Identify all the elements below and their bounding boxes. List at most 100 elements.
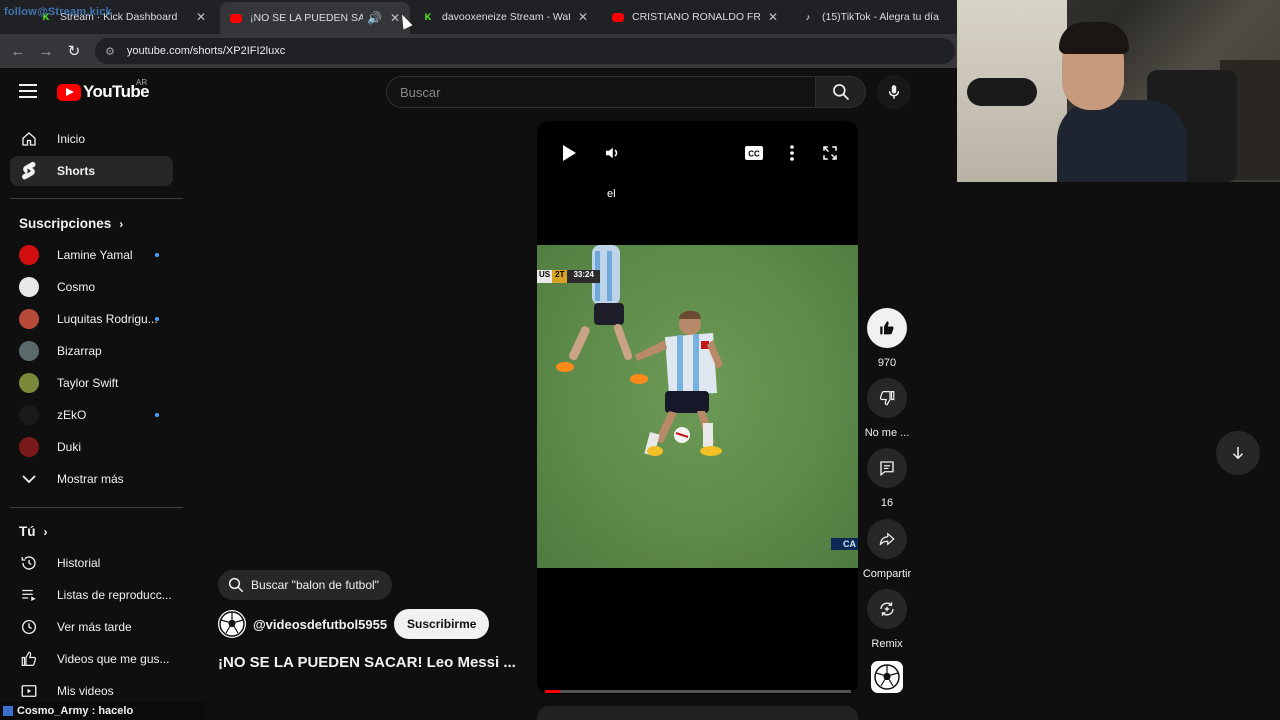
sound-thumbnail[interactable] bbox=[871, 661, 903, 693]
sidebar-item-subscription[interactable]: Lamine Yamal bbox=[10, 240, 173, 270]
share-button[interactable] bbox=[867, 519, 907, 559]
sidebar-item-subscription[interactable]: Luquitas Rodrigu... bbox=[10, 304, 173, 334]
sidebar-item-label: Luquitas Rodrigu... bbox=[57, 312, 158, 326]
sidebar-item-subscription[interactable]: Taylor Swift bbox=[10, 368, 173, 398]
search-suggestion-chip[interactable]: Buscar "balon de futbol" bbox=[218, 570, 392, 600]
sidebar-item-label: Lamine Yamal bbox=[57, 248, 133, 262]
chat-text: hacelo bbox=[98, 705, 134, 717]
channel-avatar bbox=[19, 309, 39, 329]
search-icon bbox=[228, 577, 244, 593]
sidebar-item-label: Duki bbox=[57, 440, 82, 454]
country-code: AR bbox=[136, 78, 148, 87]
stream-chat-message: Cosmo_Army : hacelo bbox=[0, 702, 205, 720]
forward-arrow-icon[interactable]: → bbox=[36, 41, 56, 61]
comments-button[interactable] bbox=[867, 448, 907, 488]
watch-later-icon bbox=[19, 617, 39, 637]
voice-search-button[interactable] bbox=[877, 75, 911, 109]
sidebar-item-subscription[interactable]: zEkO bbox=[10, 400, 173, 430]
close-tab-icon[interactable]: ✕ bbox=[768, 10, 778, 24]
subscribe-button[interactable]: Suscribirme bbox=[394, 609, 490, 639]
youtube-icon bbox=[230, 12, 242, 24]
tiktok-icon: ♪ bbox=[805, 12, 811, 22]
next-short-preview[interactable] bbox=[537, 706, 858, 720]
chat-separator: : bbox=[88, 705, 99, 717]
channel-avatar bbox=[19, 341, 39, 361]
next-video-button[interactable] bbox=[1216, 431, 1260, 475]
back-arrow-icon[interactable]: ← bbox=[8, 41, 28, 61]
browser-tab[interactable]: CRISTIANO RONALDO FREEKICK ✕ bbox=[602, 4, 788, 30]
score-period: 2T bbox=[552, 270, 568, 283]
progress-fill bbox=[545, 690, 561, 693]
sidebar-item-subscription[interactable]: Duki bbox=[10, 432, 173, 462]
sidebar-divider bbox=[10, 507, 183, 508]
search-input[interactable]: Buscar bbox=[386, 76, 816, 108]
sidebar-item-liked-videos[interactable]: Videos que me gus... bbox=[10, 644, 173, 674]
sidebar-item-subscription[interactable]: Bizarrap bbox=[10, 336, 173, 366]
browser-tab[interactable]: ♪ (15)TikTok - Alegra tu día bbox=[792, 4, 957, 30]
browser-tab[interactable]: K davooxeneize Stream - Watch Live ✕ bbox=[412, 4, 598, 30]
dislike-button[interactable] bbox=[867, 378, 907, 418]
show-more-button[interactable]: Mostrar más bbox=[10, 464, 173, 494]
reload-icon[interactable]: ↻ bbox=[64, 41, 84, 61]
more-vert-icon bbox=[790, 145, 794, 161]
video-title[interactable]: ¡NO SE LA PUEDEN SACAR! Leo Messi ... bbox=[218, 654, 516, 671]
channel-row: @videosdefutbol5955 Suscribirme bbox=[218, 609, 490, 639]
dislike-label: No me ... bbox=[864, 427, 910, 439]
sidebar-item-inicio[interactable]: Inicio bbox=[10, 124, 173, 154]
browser-tab-active[interactable]: ¡NO SE LA PUEDEN SACAR! 🔊 ✕ bbox=[220, 2, 410, 34]
search-button[interactable] bbox=[816, 76, 866, 108]
microphone-icon bbox=[967, 78, 1037, 106]
audio-playing-icon[interactable]: 🔊 bbox=[367, 11, 382, 25]
youtube-logo[interactable]: YouTube AR bbox=[57, 78, 150, 102]
search-icon bbox=[832, 84, 849, 101]
site-settings-icon[interactable]: ⚙ bbox=[105, 45, 115, 58]
sidebar-item-historial[interactable]: Historial bbox=[10, 548, 173, 578]
more-options-button[interactable] bbox=[781, 142, 803, 164]
chevron-right-icon: › bbox=[43, 524, 48, 539]
volume-icon bbox=[606, 147, 618, 159]
chevron-down-icon bbox=[19, 469, 39, 489]
sidebar-item-label: Ver más tarde bbox=[57, 620, 132, 634]
channel-avatar bbox=[19, 437, 39, 457]
progress-bar[interactable] bbox=[545, 690, 851, 693]
subscriptions-title: Suscripciones bbox=[19, 216, 112, 231]
channel-avatar[interactable] bbox=[218, 610, 246, 638]
sidebar-item-watch-later[interactable]: Ver más tarde bbox=[10, 612, 173, 642]
address-bar: ← → ↻ ⚙ youtube.com/shorts/XP2IFI2luxc bbox=[0, 34, 957, 68]
channel-avatar bbox=[19, 245, 39, 265]
you-header[interactable]: Tú › bbox=[19, 524, 48, 539]
like-icon bbox=[19, 649, 39, 669]
play-button[interactable] bbox=[558, 142, 580, 164]
youtube-play-icon bbox=[57, 83, 81, 101]
fullscreen-button[interactable] bbox=[819, 142, 841, 164]
play-icon bbox=[563, 145, 576, 161]
sidebar-item-shorts[interactable]: Shorts bbox=[10, 156, 173, 186]
chat-user: Cosmo_Army bbox=[17, 705, 89, 717]
captions-button[interactable]: CC bbox=[743, 142, 765, 164]
like-count: 970 bbox=[877, 357, 897, 369]
volume-button[interactable] bbox=[601, 142, 623, 164]
hamburger-menu-icon[interactable] bbox=[19, 82, 37, 100]
url-input[interactable]: ⚙ youtube.com/shorts/XP2IFI2luxc bbox=[95, 38, 955, 64]
history-icon bbox=[19, 553, 39, 573]
sidebar-item-playlists[interactable]: Listas de reproducc... bbox=[10, 580, 173, 610]
shorts-player[interactable]: CC el US 2T 33:24 CA bbox=[537, 121, 858, 694]
close-tab-icon[interactable]: ✕ bbox=[196, 10, 206, 24]
comments-action: 16 bbox=[864, 448, 910, 509]
share-action: Compartir bbox=[863, 519, 911, 580]
chevron-right-icon: › bbox=[119, 216, 124, 231]
sidebar-item-label: Shorts bbox=[57, 164, 96, 178]
comment-count: 16 bbox=[880, 497, 894, 509]
soccer-players-image bbox=[556, 245, 723, 456]
playlist-icon bbox=[19, 585, 39, 605]
sidebar-divider bbox=[10, 198, 183, 199]
sidebar-item-subscription[interactable]: Cosmo bbox=[10, 272, 173, 302]
soccer-ball-icon bbox=[874, 664, 900, 690]
close-tab-icon[interactable]: ✕ bbox=[578, 10, 588, 24]
dislike-action: No me ... bbox=[864, 378, 910, 439]
subscriptions-header[interactable]: Suscripciones › bbox=[19, 216, 123, 231]
channel-name[interactable]: @videosdefutbol5955 bbox=[253, 617, 387, 632]
like-button[interactable] bbox=[867, 308, 907, 348]
remix-button[interactable] bbox=[867, 589, 907, 629]
cc-icon: CC bbox=[745, 146, 763, 160]
